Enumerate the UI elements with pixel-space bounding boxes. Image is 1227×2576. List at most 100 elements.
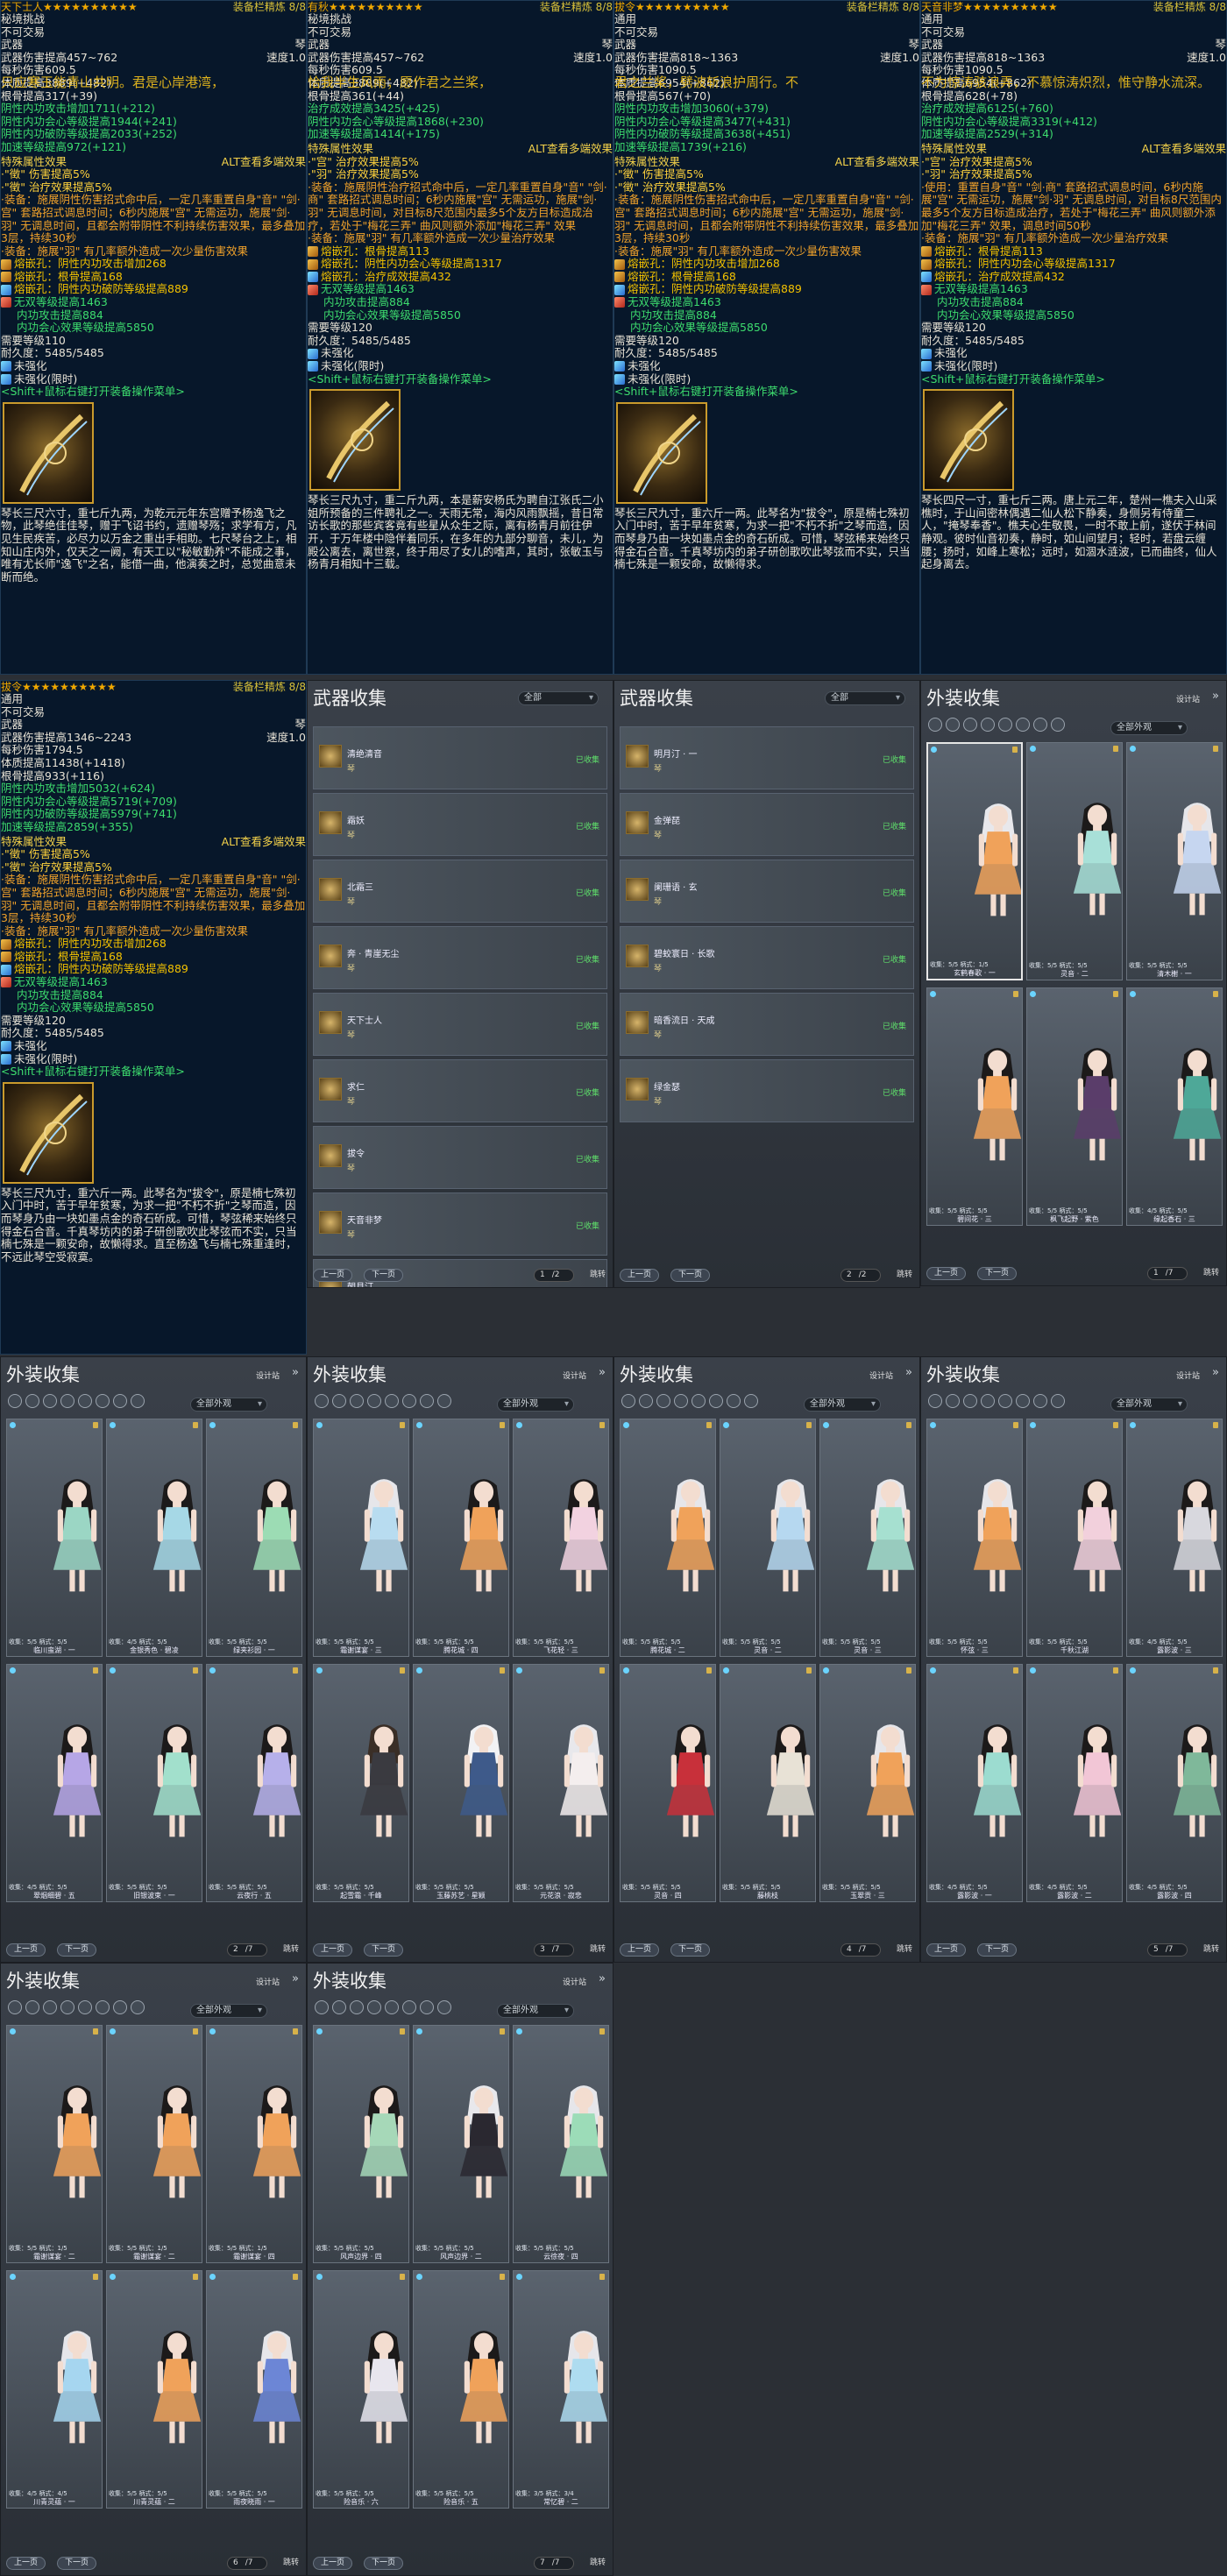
- prev-page-button[interactable]: 上一页: [313, 2557, 353, 2570]
- outfit-card[interactable]: 收集：5/5 柄式：5/5 玉藤苏艺 · 星颖: [413, 1664, 509, 1902]
- pet-icon[interactable]: [131, 1394, 145, 1408]
- outfit-card[interactable]: 收集：5/5 柄式：5/5 飞花轻 · 三: [513, 1419, 609, 1657]
- hat-icon[interactable]: [928, 1394, 942, 1408]
- face-icon[interactable]: [963, 718, 977, 732]
- outfit-card[interactable]: 收集：4/5 柄式：5/5 露影波 · 一: [926, 1664, 1023, 1902]
- face-icon[interactable]: [963, 1394, 977, 1408]
- prev-page-button[interactable]: 上一页: [6, 1943, 46, 1957]
- outfit-card[interactable]: 收集：5/5 柄式：5/5 云夜行 · 五: [206, 1664, 302, 1902]
- hat-icon[interactable]: [315, 1394, 329, 1408]
- weapon-list-item[interactable]: 暗香流日 · 天成琴 已收集: [620, 993, 914, 1056]
- filter-dropdown[interactable]: 全部外观: [190, 1398, 267, 1412]
- outfit-card[interactable]: 收集：5/5 柄式：5/5 灵音 · 二: [1026, 742, 1123, 980]
- hat-icon[interactable]: [621, 1394, 635, 1408]
- outfit-card[interactable]: 收集：5/5 柄式：1/5 霜谢谋宴 · 二: [6, 2025, 103, 2263]
- jump-button[interactable]: 跳转: [897, 1269, 912, 1282]
- pet-icon[interactable]: [437, 2000, 451, 2014]
- face-icon[interactable]: [350, 2000, 364, 2014]
- outfit-card[interactable]: 收集：5/5 柄式：1/5 玄鹤春歌 · 一: [926, 742, 1023, 980]
- outfit-card[interactable]: 收集：5/5 柄式：5/5 灵音 · 三: [819, 1419, 916, 1657]
- weapon-list-item[interactable]: 天音非梦琴 已收集: [313, 1192, 607, 1256]
- page-input[interactable]: 1/7: [1147, 1267, 1188, 1280]
- designer-button[interactable]: 设计站: [869, 1369, 893, 1381]
- jump-button[interactable]: 跳转: [283, 2557, 299, 2570]
- back-icon[interactable]: [385, 1394, 399, 1408]
- close-icon[interactable]: »: [1212, 1366, 1219, 1379]
- weapon-icon[interactable]: [420, 1394, 434, 1408]
- filter-dropdown[interactable]: 全部外观: [1110, 721, 1188, 735]
- waist-icon[interactable]: [402, 2000, 416, 2014]
- filter-dropdown[interactable]: 全部外观: [497, 1398, 574, 1412]
- page-input[interactable]: 2/7: [227, 1943, 267, 1957]
- outfit-card[interactable]: 收集：5/5 柄式：5/5 清木榭 · 一: [1126, 742, 1223, 980]
- face-icon[interactable]: [656, 1394, 670, 1408]
- designer-button[interactable]: 设计站: [256, 1369, 280, 1381]
- filter-dropdown[interactable]: 全部外观: [190, 2004, 267, 2018]
- outfit-card[interactable]: 收集：4/5 柄式：5/5 金银秀色 · 碧凌: [106, 1419, 202, 1657]
- cloak-icon[interactable]: [60, 1394, 74, 1408]
- waist-icon[interactable]: [96, 2000, 110, 2014]
- weapon-list-item[interactable]: 拔令琴 已收集: [313, 1126, 607, 1189]
- weapon-list-item[interactable]: 阑珊语 · 玄琴 已收集: [620, 860, 914, 923]
- close-icon[interactable]: »: [1212, 690, 1219, 703]
- weapon-list-item[interactable]: 金弹琵琴 已收集: [620, 793, 914, 856]
- outfit-card[interactable]: 收集：4/5 柄式：5/5 露影波 · 三: [1126, 1419, 1223, 1657]
- outfit-card[interactable]: 收集：4/5 柄式：4/5 川青灵蕴 · 一: [6, 2270, 103, 2509]
- outfit-card[interactable]: 收集：5/5 柄式：5/5 藤桃枝: [720, 1664, 816, 1902]
- cloak-icon[interactable]: [981, 1394, 995, 1408]
- page-input[interactable]: 4/7: [840, 1943, 881, 1957]
- face-icon[interactable]: [43, 2000, 57, 2014]
- outfit-card[interactable]: 收集：5/5 柄式：5/5 碧间花 · 三: [926, 987, 1023, 1226]
- outfit-card[interactable]: 收集：5/5 柄式：5/5 临川蛮湖 · 一: [6, 1419, 103, 1657]
- outfit-card[interactable]: 收集：5/5 柄式：1/5 霜谢谋宴 · 四: [206, 2025, 302, 2263]
- pet-icon[interactable]: [744, 1394, 758, 1408]
- outfit-card[interactable]: 收集：5/5 柄式：5/5 旧银波束 · 一: [106, 1664, 202, 1902]
- jump-button[interactable]: 跳转: [283, 1943, 299, 1957]
- designer-button[interactable]: 设计站: [1176, 1369, 1200, 1381]
- close-icon[interactable]: »: [292, 1972, 299, 1985]
- hair-icon[interactable]: [946, 718, 960, 732]
- back-icon[interactable]: [998, 1394, 1012, 1408]
- jump-button[interactable]: 跳转: [590, 1943, 606, 1957]
- prev-page-button[interactable]: 上一页: [313, 1943, 353, 1957]
- weapon-list-item[interactable]: 碧蛟寰日 · 长歌琴 已收集: [620, 926, 914, 989]
- next-page-button[interactable]: 下一页: [977, 1267, 1018, 1280]
- filter-dropdown[interactable]: 全部外观: [804, 1398, 881, 1412]
- page-input[interactable]: 3/7: [534, 1943, 574, 1957]
- pet-icon[interactable]: [131, 2000, 145, 2014]
- cloak-icon[interactable]: [674, 1394, 688, 1408]
- hair-icon[interactable]: [639, 1394, 653, 1408]
- weapon-list-item[interactable]: 绿金瑟琴 已收集: [620, 1059, 914, 1122]
- hat-icon[interactable]: [8, 1394, 22, 1408]
- page-input[interactable]: 6/7: [227, 2557, 267, 2570]
- weapon-list-item[interactable]: 明月汀 · 一琴 已收集: [620, 726, 914, 789]
- outfit-card[interactable]: 收集：5/5 柄式：5/5 元花浪 · 寂悲: [513, 1664, 609, 1902]
- close-icon[interactable]: »: [292, 1366, 299, 1379]
- back-icon[interactable]: [998, 718, 1012, 732]
- outfit-card[interactable]: 收集：4/5 柄式：5/5 露影波 · 四: [1126, 1664, 1223, 1902]
- outfit-card[interactable]: 收集：5/5 柄式：5/5 枫飞起野 · 紫色: [1026, 987, 1123, 1226]
- waist-icon[interactable]: [1016, 1394, 1030, 1408]
- outfit-card[interactable]: 收集：5/5 柄式：5/5 玉翠贡 · 三: [819, 1664, 916, 1902]
- weapon-list-item[interactable]: 霜妖琴 已收集: [313, 793, 607, 856]
- outfit-card[interactable]: 收集：4/5 柄式：5/5 露影波 · 二: [1026, 1664, 1123, 1902]
- weapon-icon[interactable]: [113, 2000, 127, 2014]
- cloak-icon[interactable]: [367, 1394, 381, 1408]
- pet-icon[interactable]: [437, 1394, 451, 1408]
- next-page-button[interactable]: 下一页: [364, 1943, 404, 1957]
- weapon-list-item[interactable]: 北霜三琴 已收集: [313, 860, 607, 923]
- hair-icon[interactable]: [25, 2000, 39, 2014]
- page-input[interactable]: 1/2: [534, 1269, 574, 1282]
- back-icon[interactable]: [78, 2000, 92, 2014]
- outfit-card[interactable]: 收集：5/5 柄式：1/5 霜谢谋宴 · 二: [106, 2025, 202, 2263]
- filter-dropdown[interactable]: 全部: [518, 691, 599, 705]
- pet-icon[interactable]: [1051, 1394, 1065, 1408]
- weapon-list-item[interactable]: 求仁琴 已收集: [313, 1059, 607, 1122]
- outfit-card[interactable]: 收集：5/5 柄式：5/5 川青灵蕴 · 二: [106, 2270, 202, 2509]
- next-page-button[interactable]: 下一页: [364, 1269, 404, 1282]
- page-input[interactable]: 2/2: [840, 1269, 881, 1282]
- outfit-card[interactable]: 收集：4/5 柄式：5/5 翠烟细碧 · 五: [6, 1664, 103, 1902]
- outfit-card[interactable]: 收集：5/5 柄式：5/5 腾花城 · 二: [620, 1419, 716, 1657]
- outfit-card[interactable]: 收集：4/5 柄式：5/5 缘起香石 · 三: [1126, 987, 1223, 1226]
- back-icon[interactable]: [78, 1394, 92, 1408]
